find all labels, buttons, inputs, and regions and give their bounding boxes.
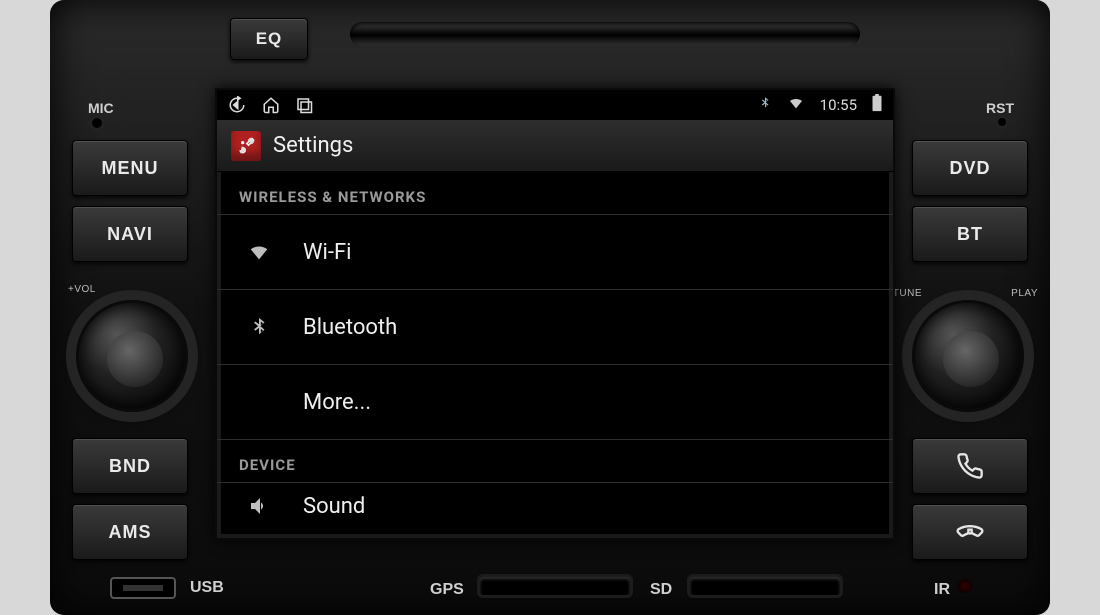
end-call-button[interactable] [912, 504, 1028, 560]
disc-slot[interactable] [350, 22, 860, 46]
dvd-button[interactable]: DVD [912, 140, 1028, 196]
vol-label: +VOL [68, 284, 96, 295]
status-bar: 10:55 [217, 90, 893, 120]
sd-slot[interactable] [690, 577, 840, 595]
answer-call-button[interactable] [912, 438, 1028, 494]
usb-port[interactable] [110, 577, 176, 599]
menu-button[interactable]: MENU [72, 140, 188, 196]
phone-hangup-icon [954, 518, 986, 546]
settings-item-more[interactable]: More... [217, 365, 893, 439]
app-header: Settings [217, 120, 893, 172]
wifi-icon [243, 241, 275, 263]
item-label: Bluetooth [303, 315, 397, 340]
item-label: More... [303, 390, 371, 415]
phone-icon [956, 452, 984, 480]
section-header-wireless: WIRELESS & NETWORKS [217, 172, 893, 214]
item-label: Wi-Fi [303, 240, 351, 265]
wifi-status-icon [786, 95, 806, 115]
item-label: Sound [303, 494, 365, 519]
clock: 10:55 [820, 96, 857, 114]
app-title: Settings [273, 133, 353, 158]
gps-label: GPS [430, 581, 464, 599]
reset-hole[interactable] [998, 118, 1006, 126]
ir-receiver [958, 579, 972, 593]
mic-hole [92, 118, 102, 128]
navi-button[interactable]: NAVI [72, 206, 188, 262]
bnd-button[interactable]: BND [72, 438, 188, 494]
back-icon[interactable] [227, 96, 247, 114]
volume-knob[interactable] [76, 300, 188, 412]
settings-item-sound[interactable]: Sound [217, 483, 893, 529]
ir-label: IR [934, 581, 950, 599]
bt-button[interactable]: BT [912, 206, 1028, 262]
touchscreen[interactable]: 10:55 Settings WIRELESS & NETWORKS Wi-Fi [215, 88, 895, 540]
sd-label: SD [650, 581, 672, 599]
play-label: PLAY [1011, 288, 1038, 299]
ams-button[interactable]: AMS [72, 504, 188, 560]
section-header-device: DEVICE [217, 440, 893, 482]
usb-label: USB [190, 579, 224, 597]
head-unit-bezel: EQ MIC MENU NAVI +VOL BND AMS RST DVD BT… [50, 0, 1050, 615]
home-icon[interactable] [261, 96, 281, 114]
settings-app-icon [231, 131, 261, 161]
mic-label: MIC [88, 100, 114, 116]
bluetooth-icon [243, 313, 275, 341]
bluetooth-status-icon [758, 94, 772, 116]
tune-label: TUNE [893, 288, 922, 299]
gps-sd-slot[interactable] [480, 577, 630, 595]
settings-item-bluetooth[interactable]: Bluetooth [217, 290, 893, 364]
eq-button[interactable]: EQ [230, 18, 308, 60]
tune-knob[interactable] [912, 300, 1024, 412]
sound-icon [243, 494, 275, 518]
settings-item-wifi[interactable]: Wi-Fi [217, 215, 893, 289]
rst-label: RST [986, 100, 1014, 116]
battery-icon [871, 94, 883, 116]
recent-apps-icon[interactable] [295, 96, 313, 114]
